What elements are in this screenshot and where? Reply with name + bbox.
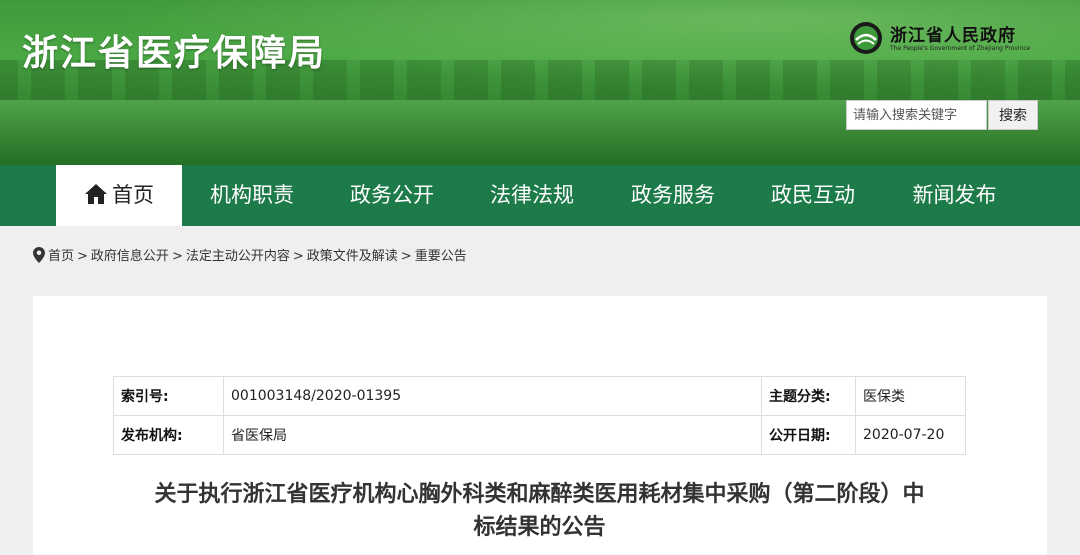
nav-item-home[interactable]: 首页 <box>56 165 182 226</box>
nav-item-laws[interactable]: 法律法规 <box>462 165 602 226</box>
topic-label: 主题分类: <box>761 376 856 416</box>
nav-item-functions[interactable]: 机构职责 <box>182 165 322 226</box>
document-meta-table: 索引号: 001003148/2020-01395 主题分类: 医保类 发布机构… <box>113 376 966 455</box>
breadcrumb: 首页 > 政府信息公开 > 法定主动公开内容 > 政策文件及解读 > 重要公告 <box>33 245 467 264</box>
index-label: 索引号: <box>113 376 224 416</box>
breadcrumb-statutory[interactable]: 法定主动公开内容 <box>186 249 290 264</box>
gov-logo[interactable]: 浙江省人民政府 The People's Government of Zheji… <box>848 18 1038 58</box>
breadcrumb-announcements[interactable]: 重要公告 <box>415 249 467 264</box>
home-icon <box>85 184 107 204</box>
publisher-label: 发布机构: <box>113 415 224 455</box>
location-pin-icon <box>33 247 45 263</box>
search-input[interactable] <box>846 100 987 130</box>
nav-item-news[interactable]: 新闻发布 <box>883 165 1026 226</box>
breadcrumb-separator: > <box>77 249 88 264</box>
search-button[interactable]: 搜索 <box>988 100 1038 130</box>
nav-label: 首页 <box>112 183 154 207</box>
publisher-value: 省医保局 <box>223 415 762 455</box>
main-nav: 首页 机构职责 政务公开 法律法规 政务服务 政民互动 新闻发布 <box>0 165 1080 226</box>
article-title: 关于执行浙江省医疗机构心胸外科类和麻醉类医用耗材集中采购（第二阶段）中 标结果的… <box>113 478 966 544</box>
article-title-line2: 标结果的公告 <box>473 515 606 540</box>
topic-value: 医保类 <box>855 376 966 416</box>
table-row: 索引号: 001003148/2020-01395 主题分类: 医保类 <box>113 376 966 416</box>
article-card: 索引号: 001003148/2020-01395 主题分类: 医保类 发布机构… <box>33 296 1047 555</box>
breadcrumb-separator: > <box>171 249 183 264</box>
date-value: 2020-07-20 <box>855 415 966 455</box>
gov-name: 浙江省人民政府 <box>890 26 1016 46</box>
site-title[interactable]: 浙江省医疗保障局 <box>22 24 326 76</box>
table-row: 发布机构: 省医保局 公开日期: 2020-07-20 <box>113 415 966 455</box>
index-value: 001003148/2020-01395 <box>223 376 762 416</box>
article-title-line1: 关于执行浙江省医疗机构心胸外科类和麻醉类医用耗材集中采购（第二阶段）中 <box>154 482 925 507</box>
provincial-emblem-icon <box>850 22 882 54</box>
breadcrumb-gov-info[interactable]: 政府信息公开 <box>91 249 169 264</box>
nav-item-services[interactable]: 政务服务 <box>603 165 743 226</box>
date-label: 公开日期: <box>761 415 856 455</box>
header-banner: 浙江省医疗保障局 浙江省人民政府 The People's Government… <box>0 0 1080 165</box>
gov-name-en: The People's Government of Zhejiang Prov… <box>890 45 1031 52</box>
nav-item-interaction[interactable]: 政民互动 <box>743 165 883 226</box>
breadcrumb-separator: > <box>400 249 412 264</box>
breadcrumb-home[interactable]: 首页 <box>48 249 74 264</box>
breadcrumb-separator: > <box>292 249 304 264</box>
breadcrumb-policy-docs[interactable]: 政策文件及解读 <box>307 249 398 264</box>
nav-item-gov-affairs[interactable]: 政务公开 <box>322 165 462 226</box>
